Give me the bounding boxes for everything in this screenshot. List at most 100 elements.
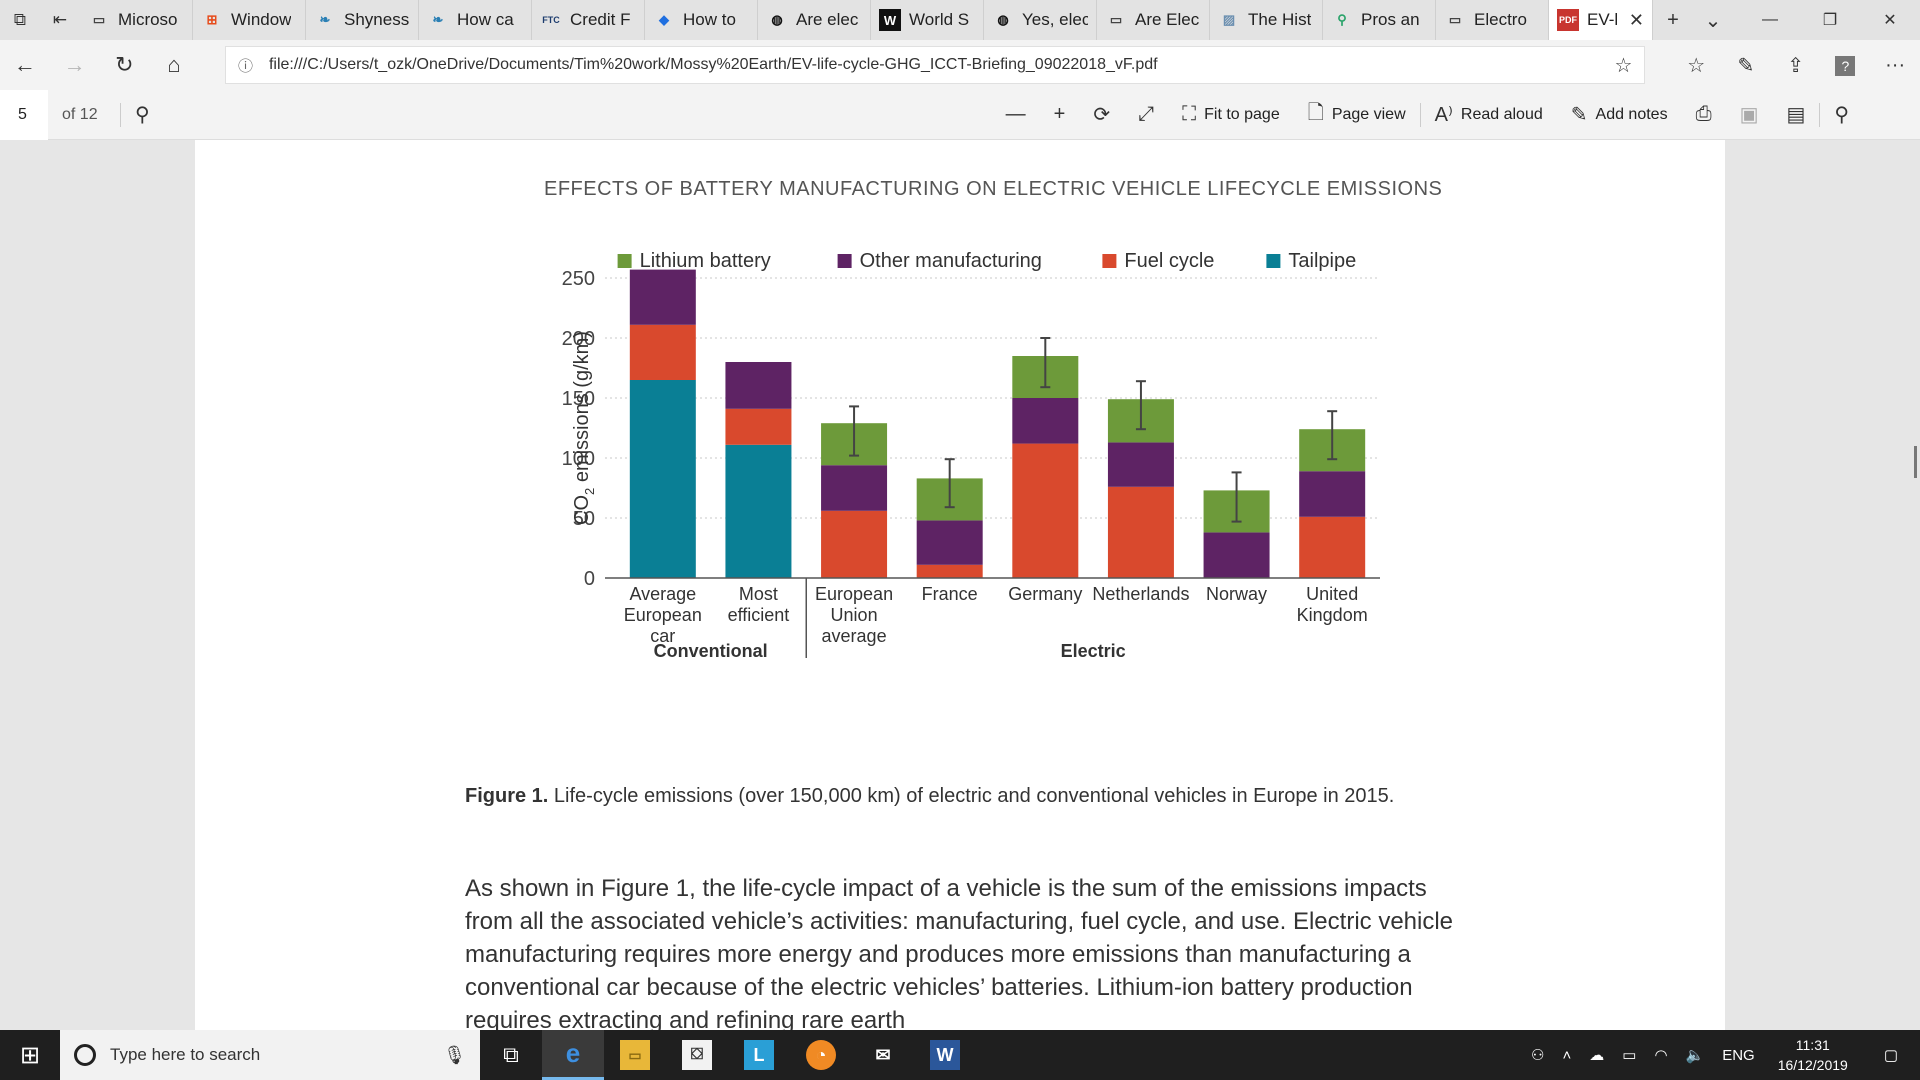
app-l-icon[interactable]: L: [728, 1030, 790, 1080]
circle-f-icon: ◍: [771, 12, 783, 27]
tab-label: Yes, elec: [1022, 10, 1088, 29]
zoom-in-button[interactable]: +: [1040, 103, 1080, 126]
fit-to-page-button[interactable]: ⛶ Fit to page: [1168, 103, 1294, 126]
edge-browser-icon[interactable]: e: [542, 1030, 604, 1080]
battery-icon[interactable]: ▭: [1613, 1046, 1645, 1064]
back-icon[interactable]: ←: [0, 52, 50, 78]
info-icon[interactable]: ⓘ: [238, 55, 253, 76]
body-paragraph: As shown in Figure 1, the life-cycle imp…: [465, 875, 1454, 1034]
legend-swatch: [617, 254, 632, 268]
url-field[interactable]: ⓘ file:///C:/Users/t_ozk/OneDrive/Docume…: [224, 46, 1646, 84]
x-tick-label: France: [922, 584, 978, 604]
caption-label: Figure 1.: [465, 785, 549, 807]
close-window-icon[interactable]: ✕: [1860, 10, 1920, 30]
notifications-icon[interactable]: ▢: [1862, 1046, 1920, 1064]
refresh-icon[interactable]: ↻: [99, 52, 149, 78]
scrollbar[interactable]: [1914, 446, 1917, 478]
volume-icon[interactable]: 🔈: [1677, 1046, 1714, 1064]
tab[interactable]: ◍ Are elec: [758, 0, 871, 40]
tab-label: Electro: [1474, 10, 1527, 29]
figure-title: EFFECTS OF BATTERY MANUFACTURING ON ELEC…: [544, 178, 1443, 200]
home-icon[interactable]: ⌂: [149, 52, 199, 78]
clock-date: 16/12/2019: [1777, 1057, 1848, 1073]
zoom-out-button[interactable]: —: [992, 103, 1040, 126]
file-explorer-icon[interactable]: ▭: [604, 1030, 666, 1080]
close-tab-icon[interactable]: ✕: [1629, 10, 1644, 31]
language-indicator[interactable]: ENG: [1713, 1047, 1764, 1064]
help-icon[interactable]: ?: [1821, 54, 1871, 77]
tab[interactable]: ⊞ Window: [193, 0, 306, 40]
bar-segment: [1012, 443, 1079, 578]
word-icon[interactable]: W: [914, 1030, 976, 1080]
print-button[interactable]: ⎙: [1682, 103, 1726, 126]
tab-label: World S: [909, 10, 970, 29]
tab[interactable]: ▭ Electro: [1436, 0, 1549, 40]
fullscreen-button[interactable]: ⤢: [1124, 103, 1168, 126]
windows-start-icon[interactable]: ⊞: [0, 1041, 60, 1070]
tab-label: How ca: [457, 10, 514, 29]
find-button[interactable]: ⚲: [121, 102, 164, 127]
wifi-icon[interactable]: ◠: [1645, 1046, 1676, 1064]
onedrive-icon[interactable]: ☁: [1580, 1046, 1613, 1064]
tab[interactable]: FTC Credit F: [532, 0, 645, 40]
rotate-button[interactable]: ⟳: [1079, 102, 1124, 127]
tab-active[interactable]: PDF EV-l ✕: [1549, 0, 1653, 40]
pin-toolbar-button[interactable]: ⚲: [1820, 102, 1863, 127]
task-view-icon[interactable]: ⧉: [480, 1030, 542, 1080]
page-view-button[interactable]: 🗋 Page view: [1294, 98, 1420, 132]
legend-label: Other manufacturing: [860, 250, 1042, 272]
tab[interactable]: ▭ Microso: [80, 0, 193, 40]
y-tick-label: 250: [562, 268, 595, 290]
add-notes-label: Add notes: [1595, 105, 1668, 123]
mail-icon[interactable]: ✉: [852, 1030, 914, 1080]
tab[interactable]: ◍ Yes, elec: [984, 0, 1097, 40]
more-icon[interactable]: ···: [1870, 54, 1920, 77]
x-tick-label: efficient: [728, 605, 790, 625]
fit-to-page-label: Fit to page: [1204, 105, 1280, 123]
legend-label: Lithium battery: [640, 250, 771, 272]
favorites-hub-icon[interactable]: ☆: [1671, 53, 1721, 78]
favorite-star-icon[interactable]: ☆: [1615, 53, 1633, 78]
tab-label: Credit F: [570, 10, 631, 29]
read-aloud-button[interactable]: A⁾ Read aloud: [1421, 102, 1557, 127]
tab[interactable]: ⚲ Pros an: [1323, 0, 1436, 40]
x-tick-label: Kingdom: [1297, 605, 1368, 625]
taskbar-search[interactable]: Type here to search 🎙: [60, 1030, 480, 1080]
hummingbird-icon: ❧: [319, 12, 331, 27]
bar-segment: [1107, 442, 1174, 487]
page-count: of 12: [62, 105, 98, 123]
page-number-input[interactable]: 5: [0, 89, 48, 140]
minimize-icon[interactable]: —: [1740, 11, 1800, 29]
clock[interactable]: 11:31 16/12/2019: [1764, 1035, 1862, 1075]
microphone-icon[interactable]: 🎙: [443, 1045, 466, 1066]
set-tabs-aside-icon[interactable]: ⇤: [40, 0, 80, 40]
tab[interactable]: ❧ Shyness: [306, 0, 419, 40]
save-as-button[interactable]: ▤: [1772, 102, 1819, 127]
dropbox-icon: ◆: [659, 12, 669, 27]
save-button[interactable]: ▣: [1726, 102, 1773, 127]
stacked-bar-chart: 050100150200250CO2 emissions (g/km)Avera…: [562, 250, 1380, 661]
tab[interactable]: ❧ How ca: [419, 0, 532, 40]
new-tab-icon[interactable]: +: [1653, 9, 1693, 32]
share-icon[interactable]: ⇪: [1771, 53, 1821, 78]
bar-segment: [1012, 398, 1079, 444]
tab-actions-icon[interactable]: ⧉: [0, 0, 40, 40]
store-icon[interactable]: ⛋: [666, 1030, 728, 1080]
show-hidden-icons[interactable]: ˄: [1553, 1047, 1580, 1064]
restore-icon[interactable]: ❐: [1800, 10, 1860, 30]
tab[interactable]: ◆ How to: [645, 0, 758, 40]
url-text: file:///C:/Users/t_ozk/OneDrive/Document…: [268, 56, 1158, 73]
y-axis-label-subscript: 2: [582, 488, 597, 495]
legend-swatch: [1266, 254, 1281, 268]
tab[interactable]: ▭ Are Elec: [1097, 0, 1210, 40]
legend-swatch: [837, 254, 852, 268]
app-orange-icon[interactable]: ◔: [790, 1030, 852, 1080]
tab[interactable]: W World S: [871, 0, 984, 40]
tab-preview-chevron-icon[interactable]: ⌄: [1693, 8, 1733, 33]
image-icon: ▨: [1222, 12, 1236, 27]
add-notes-button[interactable]: ✎ Add notes: [1557, 102, 1682, 127]
people-icon[interactable]: ⚇: [1522, 1046, 1553, 1064]
pen-notes-icon[interactable]: ✎: [1721, 53, 1771, 78]
tab[interactable]: ▨ The Hist: [1210, 0, 1323, 40]
forward-icon[interactable]: →: [50, 52, 100, 78]
